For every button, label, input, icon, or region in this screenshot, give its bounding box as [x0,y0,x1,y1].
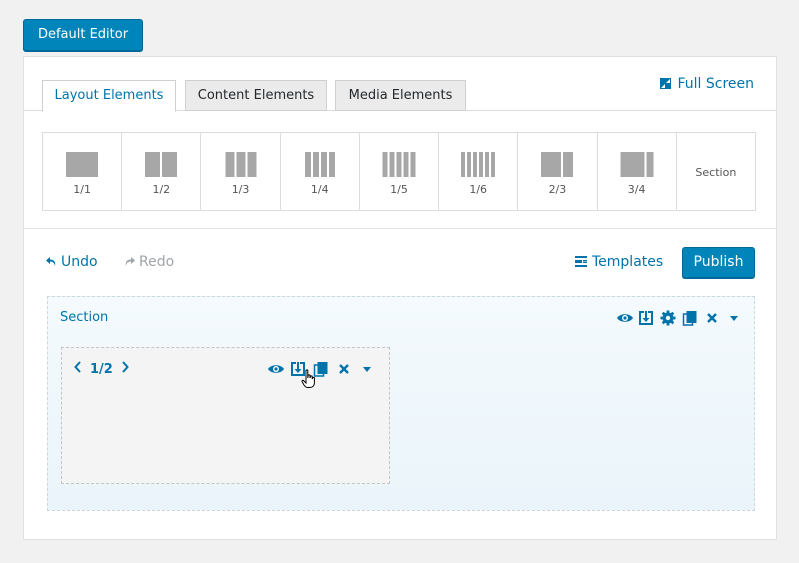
layout-label: 1/4 [310,183,329,196]
close-icon[interactable] [704,310,720,326]
layout-label: 1/3 [231,183,250,196]
save-section-icon[interactable] [638,310,654,326]
chevron-down-icon[interactable] [726,310,742,326]
layout-elements-grid: 1/1 1/2 1/3 1/4 1/5 1/6 2/3 3/4 Section [42,132,756,211]
column-container[interactable]: 1/2 [61,347,390,484]
eye-icon[interactable] [616,310,633,326]
column-1-5-icon [382,152,416,177]
layout-1-4[interactable]: 1/4 [281,133,360,210]
layout-2-3[interactable]: 2/3 [518,133,598,210]
layout-1-6[interactable]: 1/6 [439,133,519,210]
redo-icon [125,257,136,266]
layout-1-5[interactable]: 1/5 [360,133,440,210]
templates-icon [575,256,587,267]
templates-label: Templates [592,254,664,270]
layout-label: 1/6 [469,183,488,196]
chevron-down-icon[interactable] [359,361,375,377]
column-1-2-icon [145,152,178,177]
column-3-4-icon [620,152,654,177]
clone-icon[interactable] [682,310,698,326]
undo-icon [46,257,56,266]
redo-button[interactable]: Redo [124,254,174,270]
chevron-right-icon[interactable] [121,361,129,377]
layout-label: Section [695,166,737,179]
section-title: Section [60,310,109,325]
layout-1-1[interactable]: 1/1 [43,133,123,210]
undo-label: Undo [61,254,98,270]
layout-1-2[interactable]: 1/2 [122,133,202,210]
history-controls: Undo Redo [46,253,174,271]
hand-pointer-icon [301,369,317,389]
column-size-label: 1/2 [90,361,113,377]
undo-button[interactable]: Undo [46,254,102,270]
layout-label: 1/1 [73,183,91,196]
default-editor-button[interactable]: Default Editor [23,19,143,51]
layout-3-4[interactable]: 3/4 [598,133,677,210]
layout-1-3[interactable]: 1/3 [201,133,281,210]
section-container[interactable]: Section 1/2 [47,296,755,511]
builder-panel: Layout Elements Content Elements Media E… [23,56,777,540]
layout-label: 1/5 [390,183,408,196]
full-screen-link[interactable]: Full Screen [660,75,754,93]
panel-divider [24,228,776,229]
eye-icon[interactable] [267,361,284,377]
column-2-3-icon [541,152,574,177]
column-1-1-icon [66,152,99,177]
layout-label: 1/2 [152,183,171,196]
gear-icon[interactable] [660,310,676,326]
section-toolbar [616,310,742,326]
layout-label: 2/3 [548,183,567,196]
tab-layout-elements[interactable]: Layout Elements [42,80,176,112]
column-toolbar [267,361,375,377]
publish-button[interactable]: Publish [682,247,755,278]
redo-label: Redo [139,254,175,270]
layout-label: 3/4 [627,183,646,196]
close-icon[interactable] [336,361,352,377]
tab-content-elements[interactable]: Content Elements [185,80,327,111]
chevron-left-icon[interactable] [74,361,82,377]
tab-media-elements[interactable]: Media Elements [335,80,466,111]
column-1-4-icon [304,152,335,177]
full-screen-icon [660,76,672,89]
column-1-6-icon [461,152,496,177]
column-size-control: 1/2 [74,361,129,377]
column-1-3-icon [225,152,257,177]
templates-button[interactable]: Templates [575,253,663,271]
layout-section[interactable]: Section [677,133,755,210]
full-screen-label: Full Screen [677,76,754,92]
